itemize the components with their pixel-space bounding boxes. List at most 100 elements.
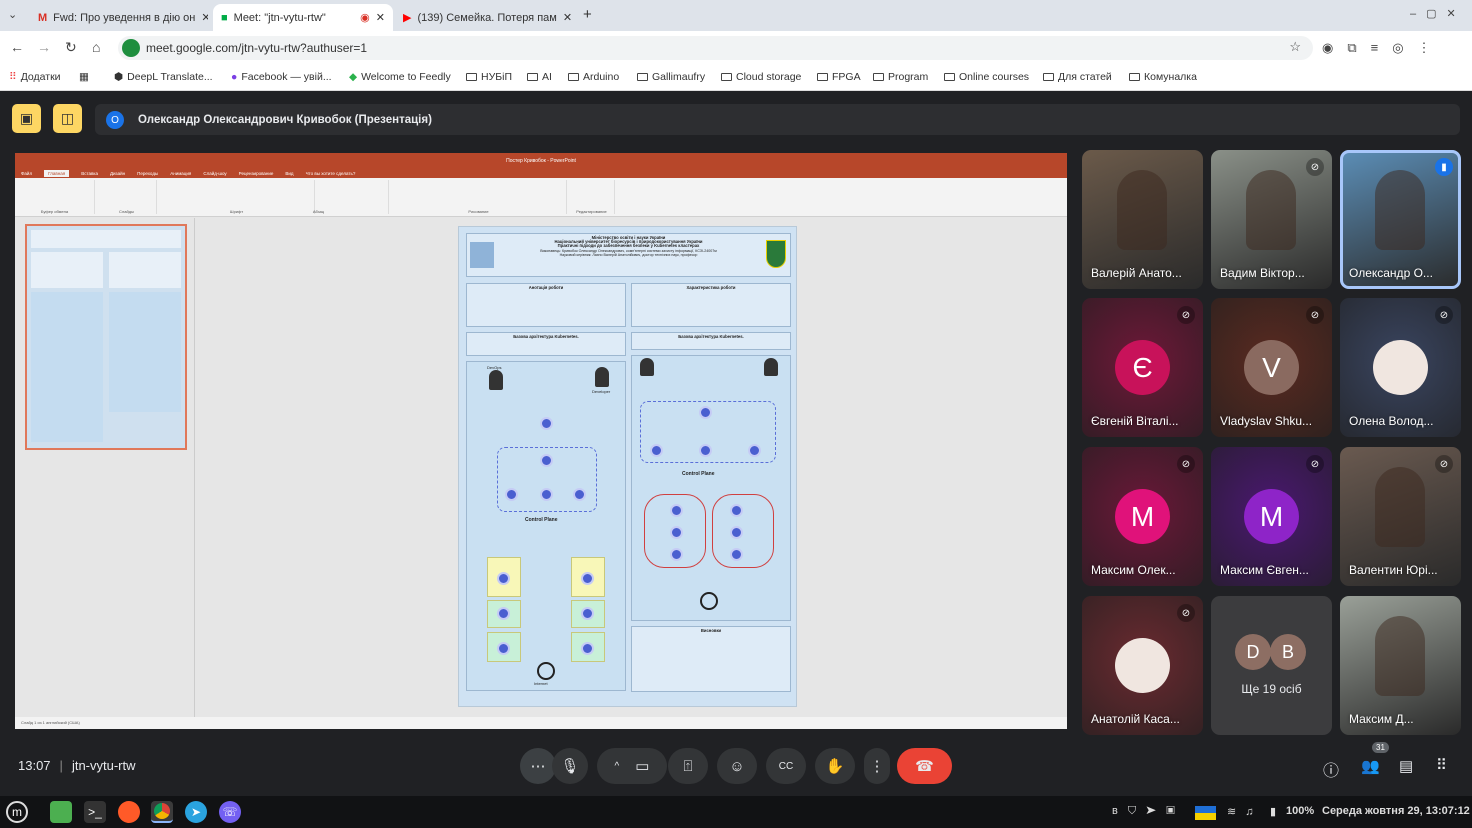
bookmark-folder[interactable]: Cloud storage (721, 71, 801, 83)
files-icon[interactable] (50, 801, 72, 823)
bookmark-folder[interactable]: Program (873, 71, 928, 83)
tab-groups-icon[interactable]: ▦ (79, 71, 89, 83)
presenter-banner: О Олександр Олександрович Кривобок (През… (95, 104, 1460, 135)
participant-tile[interactable]: ⊘ Вадим Віктор... (1211, 150, 1332, 289)
microphone-button[interactable]: 🎙 (552, 748, 588, 784)
close-tab-icon[interactable]: ✕ (563, 11, 572, 24)
recording-icon: ◉ (360, 12, 370, 24)
participant-tile[interactable]: V ⊘ Vladyslav Shku... (1211, 298, 1332, 437)
site-info-icon[interactable] (122, 39, 140, 57)
bookmark-folder[interactable]: AI (527, 71, 552, 83)
bookmark-facebook[interactable]: ● Facebook — увій... (231, 71, 332, 83)
close-tab-icon[interactable]: ✕ (376, 11, 385, 24)
more-options-left-button[interactable]: ⋯ (520, 748, 556, 784)
avatar: B (1270, 634, 1306, 670)
leave-call-button[interactable]: ☎ (897, 748, 952, 784)
participant-tile[interactable]: Максим Д... (1340, 596, 1461, 735)
start-menu-icon[interactable]: m (6, 801, 28, 823)
presentation-layout-button[interactable]: ◫ (53, 104, 82, 133)
more-participants-tile[interactable]: D B Ще 19 осіб (1211, 596, 1332, 735)
participant-tile[interactable]: М ⊘ Максим Олек... (1082, 447, 1203, 586)
forward-icon[interactable]: → (37, 39, 51, 55)
raise-hand-button[interactable]: ✋ (815, 748, 855, 784)
bookmark-folder[interactable]: Gallimaufry (637, 71, 705, 83)
folder-icon (568, 73, 579, 81)
poster-header: Міністерство освіти і науки України Націо… (466, 233, 791, 277)
participant-tile[interactable]: ▮ Олександр О... (1340, 150, 1461, 289)
ppt-tab[interactable]: Переходы (137, 171, 158, 176)
participant-tile[interactable]: Є ⊘ Євгеній Віталі... (1082, 298, 1203, 437)
bookmark-star-icon[interactable]: ☆ (1289, 39, 1301, 55)
chat-icon[interactable]: ▤ (1399, 757, 1413, 775)
battery-percent: 100% (1286, 805, 1315, 817)
tray-icons[interactable]: ʙ⛉➤▣ (1112, 805, 1185, 818)
tab-meet[interactable]: ■ Meet: "jtn-vytu-rtw" ◉ ✕ (213, 4, 393, 31)
viber-icon[interactable]: ☏ (219, 801, 241, 823)
tab-search-chevron-icon[interactable]: ⌄ (8, 8, 17, 21)
meeting-info: 13:07 | jtn-vytu-rtw (18, 758, 136, 773)
firefox-icon[interactable] (118, 801, 140, 823)
present-button[interactable]: ⍐ (668, 748, 708, 784)
ppt-tab[interactable]: Главная (44, 169, 70, 177)
people-button[interactable]: 👥 (1361, 757, 1380, 775)
ppt-tab[interactable]: Вставка (81, 171, 98, 176)
devops-user-icon (489, 370, 503, 390)
clock[interactable]: Середа жовтня 29, 13:07:12 (1322, 805, 1470, 817)
captions-icon: CC (778, 760, 794, 772)
keyboard-layout-flag-icon[interactable] (1195, 806, 1216, 820)
reload-icon[interactable]: ↻ (65, 39, 77, 56)
avatar: О (106, 111, 124, 129)
terminal-icon[interactable]: >_ (84, 801, 106, 823)
bookmarks-bar: ⠿ Додатки ▦ ⬢ DeepL Translate... ● Facebook… (0, 64, 1472, 91)
architecture-box-1: Базова архітектура Kubernetes. (466, 332, 626, 356)
ppt-tab[interactable]: Дизайн (110, 171, 125, 176)
chrome-icon[interactable] (151, 801, 173, 823)
participant-tile[interactable]: ⊘ Анатолій Каса... (1082, 596, 1203, 735)
extension-icons[interactable]: ◉⧉≡◎⋮ (1322, 40, 1445, 56)
ppt-tab[interactable]: Вид (285, 171, 293, 176)
home-icon[interactable]: ⌂ (92, 39, 100, 55)
bookmark-folder[interactable]: Для статей (1043, 71, 1112, 83)
camera-button[interactable]: ^ ▭ (597, 748, 667, 784)
window-controls[interactable]: –▢✕ (1410, 7, 1466, 20)
captions-button[interactable]: CC (766, 748, 806, 784)
participant-tile[interactable]: Валерій Анато... (1082, 150, 1203, 289)
shared-screen: Постер Кривобок - PowerPoint Файл Главна… (15, 153, 1067, 729)
network-sound-icons[interactable]: ≋♫ (1227, 805, 1262, 818)
bookmark-folder[interactable]: Комуналка (1129, 71, 1197, 83)
more-options-button[interactable]: ⋮ (864, 748, 890, 784)
battery-icon: ▮ (1270, 806, 1277, 818)
telegram-icon[interactable]: ➤ (185, 801, 207, 823)
ppt-tab[interactable]: Файл (21, 171, 32, 176)
bookmark-folder[interactable]: НУБіП (466, 71, 512, 83)
participant-name: Максим Олек... (1091, 563, 1176, 577)
tab-gmail[interactable]: M Fwd: Про уведення в дію он ✕ (30, 4, 208, 31)
bookmark-folder[interactable]: Arduino (568, 71, 619, 83)
bookmark-apps[interactable]: ⠿ Додатки (9, 71, 61, 83)
stop-presenting-button[interactable]: ▣ (12, 104, 41, 133)
ppt-tab[interactable]: Анимация (170, 171, 191, 176)
bookmark-folder[interactable]: FPGA (817, 71, 861, 83)
participant-tile[interactable]: ⊘ Олена Волод... (1340, 298, 1461, 437)
bookmark-folder[interactable]: Online courses (944, 71, 1029, 83)
slide-canvas[interactable]: Міністерство освіти і науки України Націо… (458, 226, 797, 707)
avatar: М (1115, 489, 1170, 544)
ppt-tell-me[interactable]: Что вы хотите сделать? (306, 171, 356, 176)
meeting-details-icon[interactable]: ⓘ (1323, 757, 1339, 781)
url-input[interactable]: meet.google.com/jtn-vytu-rtw?authuser=1 … (118, 36, 1313, 60)
bookmark-deepl[interactable]: ⬢ DeepL Translate... (114, 71, 213, 83)
annotation-box: Анотація роботи (466, 283, 626, 327)
slide-thumbnail-1[interactable] (25, 224, 187, 450)
participant-tile[interactable]: М ⊘ Максим Євген... (1211, 447, 1332, 586)
back-icon[interactable]: ← (10, 39, 24, 55)
bookmark-feedly[interactable]: ◆ Welcome to Feedly (349, 71, 451, 83)
university-logo (470, 242, 494, 268)
reactions-button[interactable]: ☺ (717, 748, 757, 784)
close-tab-icon[interactable]: ✕ (201, 11, 208, 24)
ppt-tab[interactable]: Рецензирование (239, 171, 274, 176)
activities-icon[interactable]: ⠿ (1436, 756, 1447, 774)
ppt-tab[interactable]: Слайд-шоу (203, 171, 226, 176)
new-tab-button[interactable]: + (583, 6, 592, 23)
tab-youtube[interactable]: ▶ (139) Семейка. Потеря пам ✕ (395, 4, 575, 31)
participant-tile[interactable]: ⊘ Валентин Юрі... (1340, 447, 1461, 586)
